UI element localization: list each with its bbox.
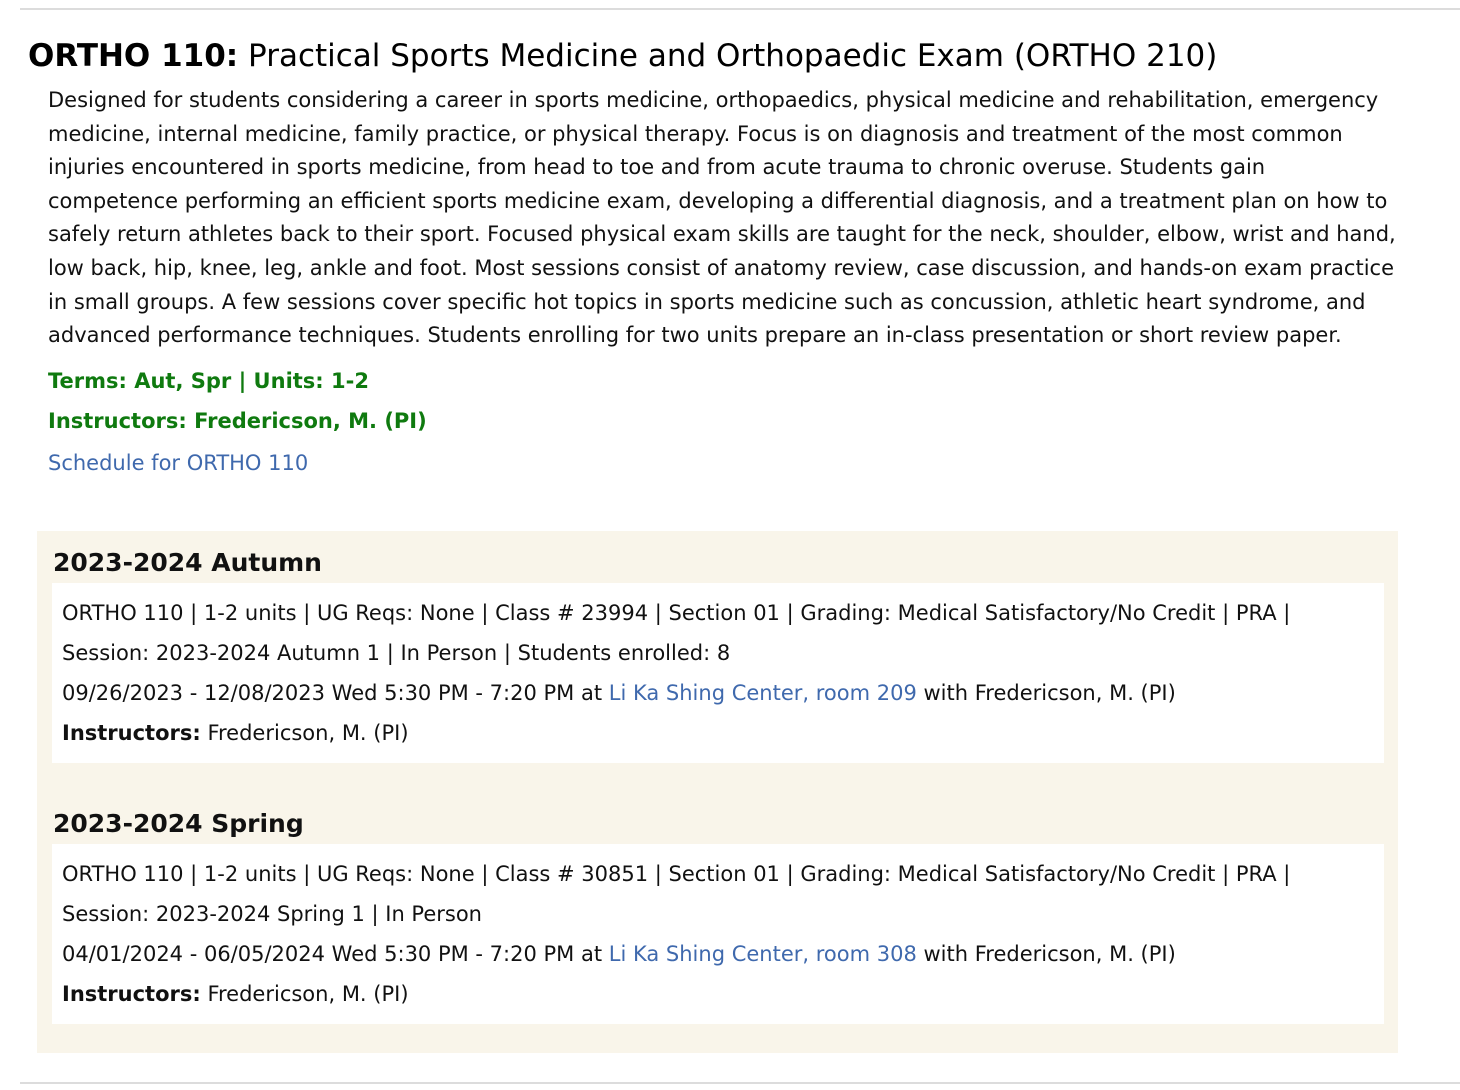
section-instructors: Instructors: Fredericson, M. (PI): [62, 713, 1374, 753]
course-entry: ORTHO 110: Practical Sports Medicine and…: [28, 34, 1418, 483]
instructors-label: Instructors:: [62, 721, 201, 745]
meeting-instructor: with Fredericson, M. (PI): [916, 942, 1176, 966]
top-divider: [20, 8, 1460, 10]
course-description: Designed for students considering a care…: [48, 88, 1396, 348]
term-autumn: 2023-2024 Autumn ORTHO 110 | 1-2 units |…: [52, 545, 1384, 763]
section-box: ORTHO 110 | 1-2 units | UG Reqs: None | …: [52, 844, 1384, 1024]
bottom-divider: [20, 1082, 1460, 1084]
instructors-value: Fredericson, M. (PI): [200, 721, 409, 745]
section-meeting: 04/01/2024 - 06/05/2024 Wed 5:30 PM - 7:…: [62, 934, 1374, 974]
term-heading: 2023-2024 Spring: [53, 809, 304, 838]
course-code: ORTHO 110:: [28, 38, 239, 74]
meeting-instructor: with Fredericson, M. (PI): [916, 681, 1176, 705]
location-link[interactable]: Li Ka Shing Center, room 308: [609, 942, 917, 966]
instructors-label: Instructors:: [62, 982, 201, 1006]
schedule-link[interactable]: Schedule for ORTHO 110: [48, 443, 308, 483]
section-meeting: 09/26/2023 - 12/08/2023 Wed 5:30 PM - 7:…: [62, 673, 1374, 713]
instructors-value: Fredericson, M. (PI): [200, 982, 409, 1006]
meeting-dates-time: 04/01/2024 - 06/05/2024 Wed 5:30 PM - 7:…: [62, 942, 609, 966]
course-title: ORTHO 110: Practical Sports Medicine and…: [28, 34, 1418, 78]
location-link[interactable]: Li Ka Shing Center, room 209: [609, 681, 917, 705]
section-info: ORTHO 110 | 1-2 units | UG Reqs: None | …: [62, 601, 1291, 665]
term-heading: 2023-2024 Autumn: [53, 548, 322, 577]
section-instructors: Instructors: Fredericson, M. (PI): [62, 974, 1374, 1014]
course-terms-units: Terms: Aut, Spr | Units: 1-2: [48, 368, 369, 393]
course-instructors: Instructors: Fredericson, M. (PI): [48, 408, 427, 433]
course-body: Designed for students considering a care…: [48, 84, 1400, 483]
course-name: Practical Sports Medicine and Orthopaedi…: [248, 38, 1218, 74]
section-info: ORTHO 110 | 1-2 units | UG Reqs: None | …: [62, 862, 1291, 926]
section-box: ORTHO 110 | 1-2 units | UG Reqs: None | …: [52, 583, 1384, 763]
meeting-dates-time: 09/26/2023 - 12/08/2023 Wed 5:30 PM - 7:…: [62, 681, 609, 705]
term-spring: 2023-2024 Spring ORTHO 110 | 1-2 units |…: [52, 806, 1384, 1024]
schedule-panel: 2023-2024 Autumn ORTHO 110 | 1-2 units |…: [37, 531, 1398, 1053]
